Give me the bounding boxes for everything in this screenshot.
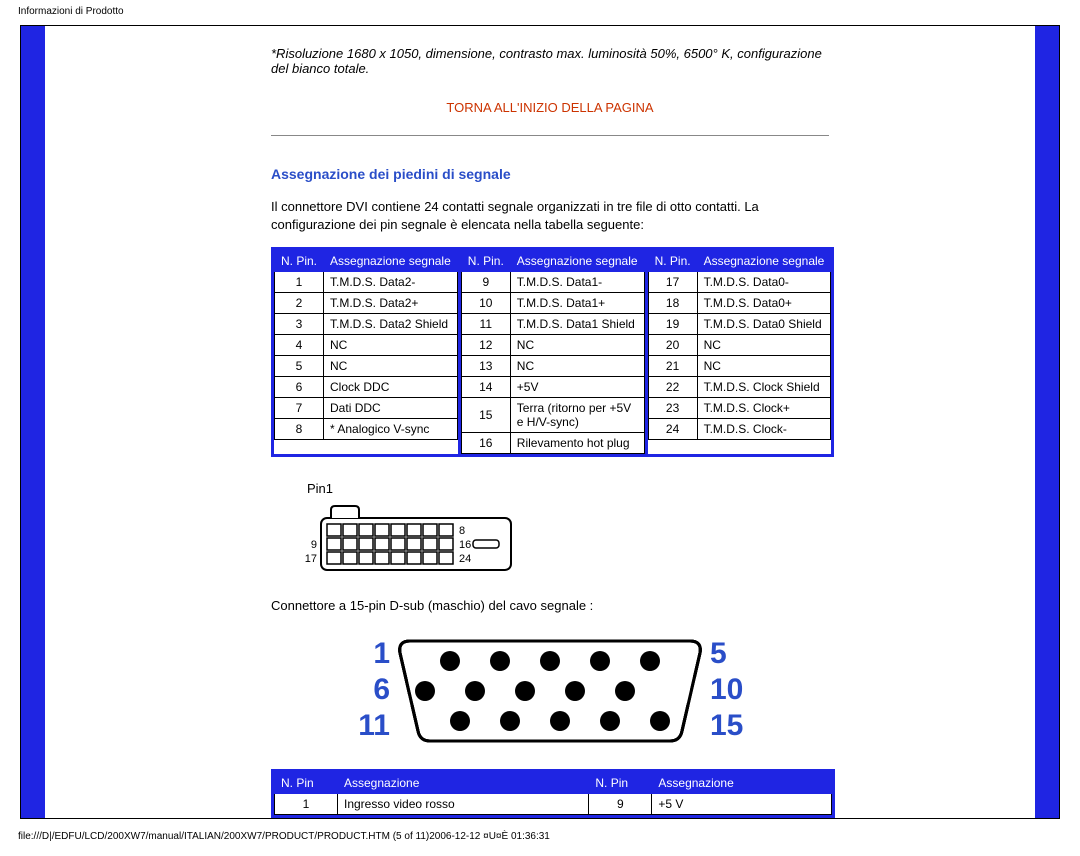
table-row: 15Terra (ritorno per +5V e H/V-sync) — [461, 398, 644, 433]
dvi-pin-16: 16 — [459, 539, 471, 551]
table-row: 17T.M.D.S. Data0- — [648, 272, 831, 293]
dsub-caption: Connettore a 15-pin D-sub (maschio) del … — [271, 580, 829, 631]
table-row: 18T.M.D.S. Data0+ — [648, 293, 831, 314]
table-row: 14+5V — [461, 377, 644, 398]
vga-col-asg: Assegnazione — [652, 773, 832, 794]
table-row: 12NC — [461, 335, 644, 356]
table-row: 2T.M.D.S. Data2+ — [275, 293, 458, 314]
col-pin-header: N. Pin. — [275, 251, 324, 272]
col-pin-header: N. Pin. — [461, 251, 510, 272]
dvi-pin-9: 9 — [311, 539, 317, 551]
dvi-pin-table: N. Pin.Assegnazione segnale 1T.M.D.S. Da… — [271, 247, 834, 457]
vga-num-15: 15 — [710, 709, 743, 742]
page-body: *Risoluzione 1680 x 1050, dimensione, co… — [20, 25, 1060, 819]
table-row: 19T.M.D.S. Data0 Shield — [648, 314, 831, 335]
table-row: 16Rilevamento hot plug — [461, 433, 644, 454]
vga-col-asg: Assegnazione — [338, 773, 589, 794]
table-row: 10T.M.D.S. Data1+ — [461, 293, 644, 314]
intro-paragraph: Il connettore DVI contiene 24 contatti s… — [271, 198, 829, 247]
section-title: Assegnazione dei piedini di segnale — [271, 166, 829, 198]
vga-num-1: 1 — [373, 637, 390, 670]
header-line: Informazioni di Prodotto — [0, 0, 1080, 25]
table-row: 20NC — [648, 335, 831, 356]
vga-num-5: 5 — [710, 637, 727, 670]
dvi-pin-8: 8 — [459, 525, 465, 537]
vga-col-pin: N. Pin — [589, 773, 652, 794]
vga-num-11: 11 — [358, 709, 390, 742]
table-row: 4NC — [275, 335, 458, 356]
table-row: 1T.M.D.S. Data2- — [275, 272, 458, 293]
table-row: 9T.M.D.S. Data1- — [461, 272, 644, 293]
note-text: *Risoluzione 1680 x 1050, dimensione, co… — [271, 26, 829, 86]
table-row: 1 Ingresso video rosso 9 +5 V — [275, 794, 832, 815]
table-row: 6Clock DDC — [275, 377, 458, 398]
col-sig-header: Assegnazione segnale — [697, 251, 831, 272]
vga-num-10: 10 — [710, 673, 743, 706]
dvi-connector-diagram: 8 9 16 17 24 — [301, 500, 561, 580]
table-row: 7Dati DDC — [275, 398, 458, 419]
table-row: 23T.M.D.S. Clock+ — [648, 398, 831, 419]
col-sig-header: Assegnazione segnale — [510, 251, 644, 272]
col-pin-header: N. Pin. — [648, 251, 697, 272]
vga-num-6: 6 — [373, 673, 390, 706]
dvi-pin-24: 24 — [459, 553, 471, 565]
table-row: 5NC — [275, 356, 458, 377]
divider — [271, 135, 829, 136]
back-to-top-link[interactable]: TORNA ALL'INIZIO DELLA PAGINA — [271, 86, 829, 127]
table-row: 21NC — [648, 356, 831, 377]
vga-connector-diagram: 1 6 11 5 10 15 — [330, 631, 770, 751]
table-row: 11T.M.D.S. Data1 Shield — [461, 314, 644, 335]
vga-col-pin: N. Pin — [275, 773, 338, 794]
left-blue-bar — [21, 26, 45, 818]
vga-pin-table: N. Pin Assegnazione N. Pin Assegnazione … — [271, 769, 835, 818]
table-row: 24T.M.D.S. Clock- — [648, 419, 831, 440]
table-row: 13NC — [461, 356, 644, 377]
right-blue-bar — [1035, 26, 1059, 818]
col-sig-header: Assegnazione segnale — [324, 251, 458, 272]
table-row: 8* Analogico V-sync — [275, 419, 458, 440]
dvi-pin-17: 17 — [305, 553, 317, 565]
table-row: 3T.M.D.S. Data2 Shield — [275, 314, 458, 335]
footer-line: file:///D|/EDFU/LCD/200XW7/manual/ITALIA… — [0, 819, 1080, 856]
table-row: 22T.M.D.S. Clock Shield — [648, 377, 831, 398]
pin1-label: Pin1 — [271, 457, 829, 500]
